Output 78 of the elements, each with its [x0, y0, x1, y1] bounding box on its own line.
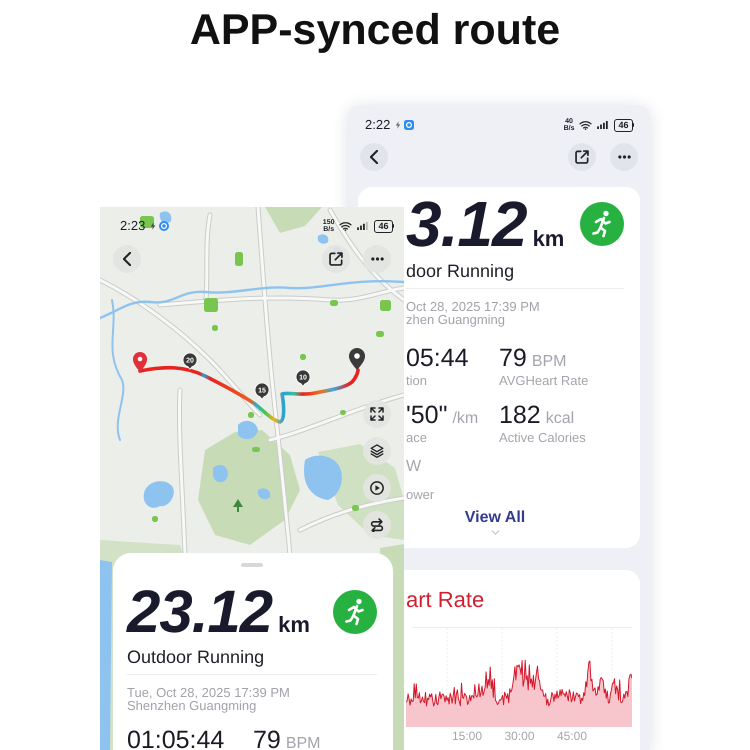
signal-icon: [597, 121, 608, 129]
stat-unit: W: [406, 458, 422, 476]
headline: APP-synced route: [190, 6, 560, 54]
activity-date: Tue, Oct 28, 2025 17:39 PM: [127, 686, 291, 699]
status-time: 2:23: [120, 219, 146, 233]
lake: [144, 481, 174, 508]
battery-indicator: 46: [374, 220, 394, 232]
park: [204, 298, 218, 312]
bolt-icon: [150, 222, 156, 230]
stat-label: Active Calories: [499, 430, 587, 446]
status-time: 2:22: [365, 118, 390, 132]
lake: [318, 234, 328, 244]
park: [380, 300, 391, 311]
axis-label: 45:00: [557, 730, 588, 743]
stat-label: tion: [406, 373, 428, 389]
stat-unit: /km: [452, 410, 478, 428]
more-icon: [370, 257, 384, 261]
stat-value: '50": [406, 401, 448, 429]
activity-type: door Running: [406, 260, 516, 282]
lake: [213, 464, 228, 482]
stat-unit: BPM: [286, 735, 320, 750]
activity-date: Oct 28, 2025 17:39 PM: [406, 300, 541, 313]
share-button[interactable]: [568, 143, 596, 171]
app-badge-icon: [404, 120, 414, 130]
lake: [304, 456, 342, 500]
view-all-link[interactable]: View All: [464, 509, 526, 535]
chevron-down-icon: [490, 530, 500, 535]
activity-location: zhen Guangming: [406, 313, 506, 326]
swap-icon: [370, 518, 384, 532]
stat-value: 182: [499, 401, 541, 429]
axis-label: 15:00: [452, 730, 482, 743]
expand-icon: [370, 407, 384, 421]
chevron-left-icon: [370, 150, 378, 164]
stat-value: 01:05:44: [127, 726, 224, 750]
activity-location: Shenzhen Guangming: [127, 699, 258, 712]
drag-handle[interactable]: [241, 563, 263, 567]
hill: [265, 207, 322, 233]
activity-type: Outdoor Running: [127, 646, 266, 668]
park: [340, 410, 346, 415]
lake: [258, 488, 270, 500]
wifi-icon: [339, 221, 352, 231]
battery-indicator: 46: [614, 118, 634, 132]
lake: [238, 420, 258, 440]
share-icon: [575, 150, 589, 164]
stat-unit: kcal: [546, 410, 574, 428]
distance-value: 3.12: [406, 192, 527, 256]
heart-rate-title: art Rate: [406, 587, 486, 613]
distance-unit: km: [532, 226, 564, 252]
play-circle-icon: [370, 481, 384, 495]
more-button[interactable]: [610, 143, 638, 171]
wifi-icon: [579, 120, 592, 130]
stat-label: AVGHeart Rate: [499, 373, 590, 389]
tree-icon: [233, 499, 243, 512]
stat-value: 79: [499, 344, 527, 372]
running-icon: [580, 202, 624, 246]
stat-label: ace: [406, 430, 428, 446]
chevron-left-icon: [123, 252, 131, 266]
lake: [160, 211, 172, 224]
share-icon: [329, 252, 343, 266]
park: [330, 300, 338, 306]
more-icon: [618, 155, 630, 159]
park: [376, 331, 384, 337]
end-pin-icon: [349, 348, 365, 370]
stat-label: ower: [406, 487, 436, 503]
distance-unit: km: [278, 612, 310, 638]
signal-icon: [357, 222, 368, 230]
park: [235, 252, 243, 266]
stat-unit: BPM: [532, 353, 566, 371]
park: [252, 447, 260, 452]
start-pin-icon: [133, 352, 147, 372]
axis-label: 30:00: [504, 730, 535, 743]
bolt-icon: [395, 121, 402, 129]
running-icon: [333, 590, 377, 634]
distance-value: 23.12: [127, 582, 272, 642]
back-button[interactable]: [360, 143, 388, 171]
stat-value: 79: [253, 726, 281, 750]
stat-value: 05:44: [406, 344, 469, 372]
layers-icon: [370, 444, 384, 458]
